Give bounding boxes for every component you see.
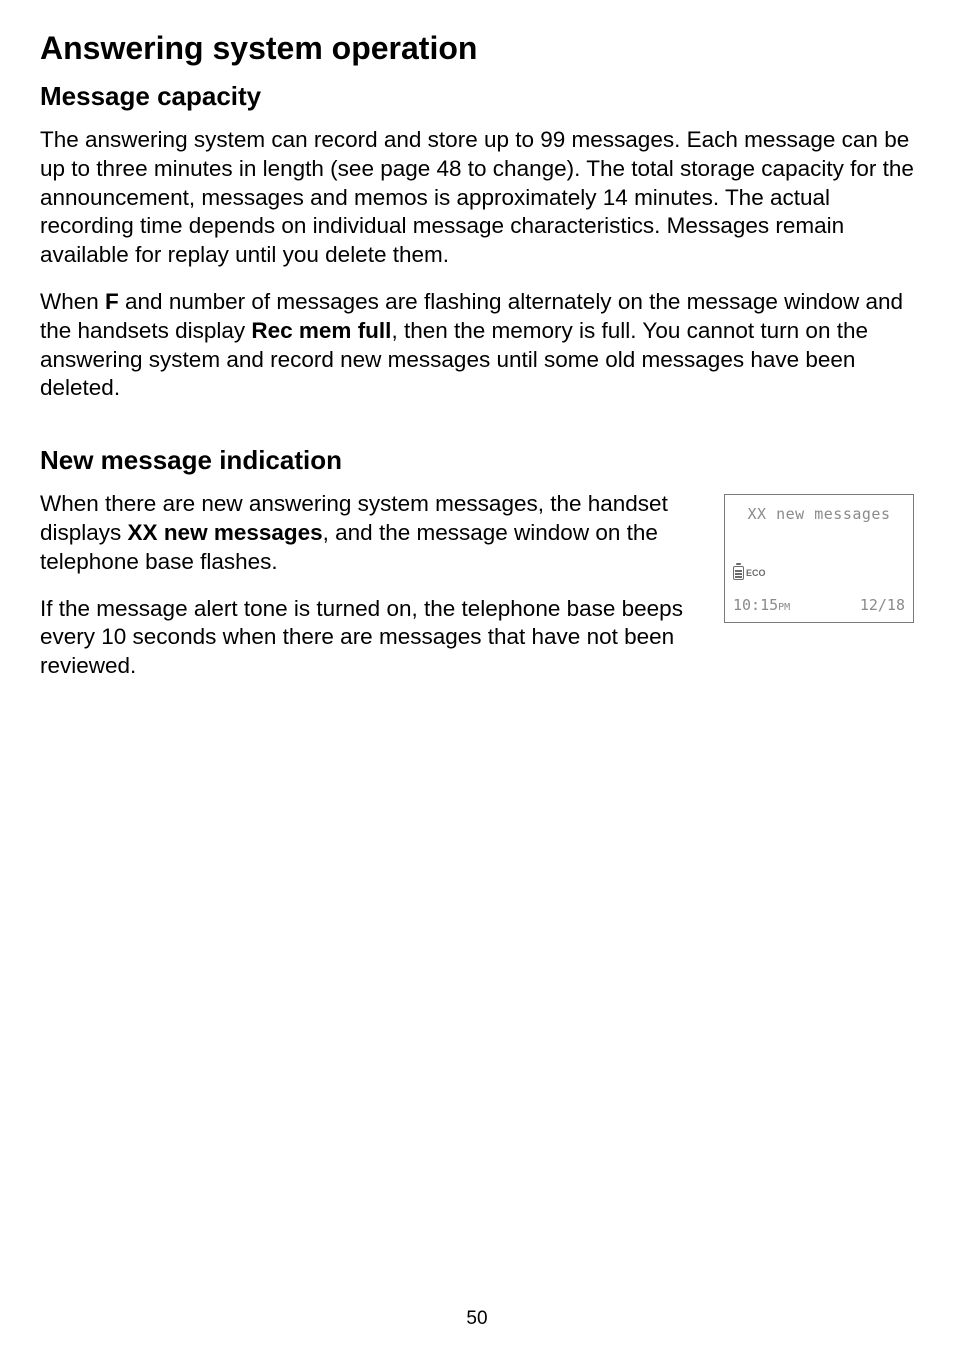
- text-fragment: When: [40, 289, 105, 314]
- page-title: Answering system operation: [40, 30, 914, 67]
- screen-date: 12/18: [860, 596, 905, 614]
- battery-icon: [733, 565, 744, 580]
- paragraph-capacity-2: When F and number of messages are flashi…: [40, 288, 914, 403]
- left-column: When there are new answering system mess…: [40, 490, 696, 699]
- bold-xx-new-messages: XX new messages: [128, 520, 323, 545]
- screen-bottom-row: 10:15PM 12/18: [733, 596, 905, 614]
- screen-time-main: 10:15: [733, 596, 778, 614]
- section-heading-new-message: New message indication: [40, 445, 914, 476]
- paragraph-newmsg-1: When there are new answering system mess…: [40, 490, 696, 576]
- eco-label: ECO: [746, 568, 766, 578]
- page-number: 50: [0, 1308, 954, 1330]
- paragraph-capacity-1: The answering system can record and stor…: [40, 126, 914, 270]
- document-page: Answering system operation Message capac…: [0, 0, 954, 699]
- section-heading-capacity: Message capacity: [40, 81, 914, 112]
- bold-rec-mem-full: Rec mem full: [251, 318, 391, 343]
- bold-F: F: [105, 289, 119, 314]
- screen-time-suffix: PM: [778, 602, 790, 613]
- screen-line-1: XX new messages: [733, 505, 905, 523]
- right-column: XX new messages ECO 10:15PM 12/18: [724, 490, 914, 623]
- paragraph-newmsg-2: If the message alert tone is turned on, …: [40, 595, 696, 681]
- handset-screen: XX new messages ECO 10:15PM 12/18: [724, 494, 914, 623]
- two-column-layout: When there are new answering system mess…: [40, 490, 914, 699]
- screen-status-row: ECO: [733, 565, 905, 580]
- screen-time: 10:15PM: [733, 596, 790, 614]
